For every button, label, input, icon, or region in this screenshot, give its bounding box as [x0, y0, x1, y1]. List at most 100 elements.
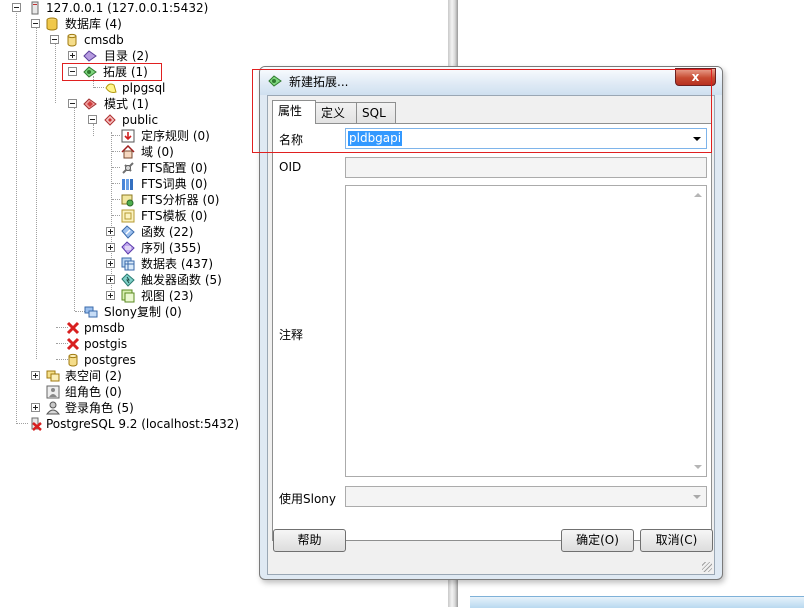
tree-item-schemas[interactable]: 模式 (1) — [0, 96, 200, 112]
scroll-down-icon[interactable] — [694, 465, 702, 469]
tree-item-postgres[interactable]: postgres — [0, 352, 200, 368]
tree-item-server1[interactable]: 127.0.0.1 (127.0.0.1:5432) — [0, 0, 240, 16]
cancel-button[interactable]: 取消(C) — [640, 529, 713, 552]
tree-item-sequences[interactable]: 序列 (355) — [0, 240, 220, 256]
tablespaces-icon — [46, 370, 60, 382]
tree-label: 模式 (1) — [104, 97, 149, 111]
sequences-icon — [121, 241, 135, 255]
scroll-up-icon[interactable] — [694, 193, 702, 197]
extension-item-icon — [105, 83, 117, 93]
database-icon — [67, 33, 77, 47]
tree-label: 表空间 (2) — [65, 369, 122, 383]
tree-item-trigger-functions[interactable]: 触发器函数 (5) — [0, 272, 240, 288]
expand-toggle[interactable] — [106, 227, 115, 236]
expand-toggle[interactable] — [68, 51, 77, 60]
tree-label: postgres — [84, 353, 136, 367]
views-icon — [121, 289, 135, 303]
expand-toggle[interactable] — [106, 243, 115, 252]
fts-dictionary-icon — [122, 179, 133, 190]
tree-item-slony[interactable]: Slony复制 (0) — [0, 304, 220, 320]
fts-config-icon — [122, 162, 134, 174]
collapse-toggle[interactable] — [50, 35, 59, 44]
tree-label: plpgsql — [122, 81, 166, 95]
server-disconnected-icon — [31, 417, 42, 431]
tree-label: postgis — [84, 337, 128, 351]
tree-item-fts-dictionary[interactable]: FTS词典 (0) — [0, 176, 220, 192]
tree-item-views[interactable]: 视图 (23) — [0, 288, 220, 304]
expand-toggle[interactable] — [31, 403, 40, 412]
tree-label: FTS词典 (0) — [141, 177, 208, 191]
tree-label: cmsdb — [84, 33, 124, 47]
expand-toggle[interactable] — [106, 291, 115, 300]
tree-label: FTS模板 (0) — [141, 209, 208, 223]
tree-label: 登录角色 (5) — [65, 401, 134, 415]
databases-icon — [46, 17, 58, 31]
tree-label: 函数 (22) — [141, 225, 194, 239]
collapse-toggle[interactable] — [68, 99, 77, 108]
tree-item-cmsdb[interactable]: cmsdb — [0, 32, 200, 48]
collapse-toggle[interactable] — [12, 3, 21, 12]
tree-label: FTS分析器 (0) — [141, 193, 220, 207]
highlight-box-dialog-name — [252, 69, 712, 153]
dropdown-arrow-icon[interactable] — [693, 495, 701, 499]
tree-item-domains[interactable]: 域 (0) — [0, 144, 220, 160]
tree-item-collations[interactable]: 定序规则 (0) — [0, 128, 220, 144]
tree-item-fts-config[interactable]: FTS配置 (0) — [0, 160, 220, 176]
schema-icon — [104, 114, 116, 126]
tree-item-postgis[interactable]: postgis — [0, 336, 200, 352]
tree-item-tables[interactable]: 数据表 (437) — [0, 256, 220, 272]
expand-toggle[interactable] — [31, 371, 40, 380]
help-button[interactable]: 帮助 — [273, 529, 346, 552]
tree-item-server2[interactable]: PostgreSQL 9.2 (localhost:5432) — [0, 416, 260, 432]
tree-item-fts-template[interactable]: FTS模板 (0) — [0, 208, 220, 224]
catalog-icon — [83, 50, 97, 62]
oid-label: OID — [279, 160, 302, 174]
tree-label: 触发器函数 (5) — [141, 273, 222, 287]
slony-icon — [84, 306, 98, 318]
database-disconnected-icon — [66, 321, 80, 335]
tree-label: 组角色 (0) — [65, 385, 122, 399]
database-icon — [68, 353, 78, 367]
expand-toggle[interactable] — [106, 259, 115, 268]
collapse-toggle[interactable] — [31, 19, 40, 28]
tree-item-catalogs[interactable]: 目录 (2) — [0, 48, 200, 64]
ok-button[interactable]: 确定(O) — [561, 529, 634, 552]
tree-label: FTS配置 (0) — [141, 161, 208, 175]
slony-combobox[interactable] — [345, 486, 707, 507]
tree-item-pmsdb[interactable]: pmsdb — [0, 320, 200, 336]
tree-item-fts-parser[interactable]: FTS分析器 (0) — [0, 192, 220, 208]
comment-textarea[interactable] — [345, 185, 707, 477]
collapse-toggle[interactable] — [88, 115, 97, 124]
tree-item-plpgsql[interactable]: plpgsql — [0, 80, 200, 96]
tree-label: 数据表 (437) — [141, 257, 214, 271]
comment-label: 注释 — [279, 328, 304, 342]
tree-label: 127.0.0.1 (127.0.0.1:5432) — [46, 1, 209, 15]
tree-label: 定序规则 (0) — [141, 129, 210, 143]
background-panel-strip — [470, 596, 804, 608]
login-roles-icon — [46, 401, 60, 415]
tree-item-functions[interactable]: 函数 (22) — [0, 224, 220, 240]
tree-item-login-roles[interactable]: 登录角色 (5) — [0, 400, 200, 416]
tree-item-tablespaces[interactable]: 表空间 (2) — [0, 368, 200, 384]
tab-properties[interactable]: 属性 — [272, 100, 316, 124]
dialog-client-area: 属性 定义 SQL 名称 pldbgapi OID 注释 使用Slony 帮助 … — [267, 95, 715, 575]
tree-label: 序列 (355) — [141, 241, 202, 255]
oid-field[interactable] — [345, 157, 707, 178]
tree-label: 数据库 (4) — [65, 17, 122, 31]
tables-icon — [121, 257, 135, 271]
resize-grip[interactable] — [702, 562, 712, 572]
domain-icon — [121, 145, 135, 159]
functions-icon — [121, 225, 135, 239]
tree-item-databases[interactable]: 数据库 (4) — [0, 16, 200, 32]
database-disconnected-icon — [66, 337, 80, 351]
fts-parser-icon — [121, 194, 134, 207]
comment-scrollbar[interactable] — [690, 186, 706, 476]
tree-item-public[interactable]: public — [0, 112, 200, 128]
tree-item-group-roles[interactable]: 组角色 (0) — [0, 384, 200, 400]
tree-label: 目录 (2) — [104, 49, 149, 63]
tree-label: 视图 (23) — [141, 289, 194, 303]
fts-template-icon — [121, 209, 135, 223]
properties-panel: 名称 pldbgapi OID 注释 使用Slony — [272, 123, 712, 541]
collation-icon — [121, 129, 135, 143]
expand-toggle[interactable] — [106, 275, 115, 284]
